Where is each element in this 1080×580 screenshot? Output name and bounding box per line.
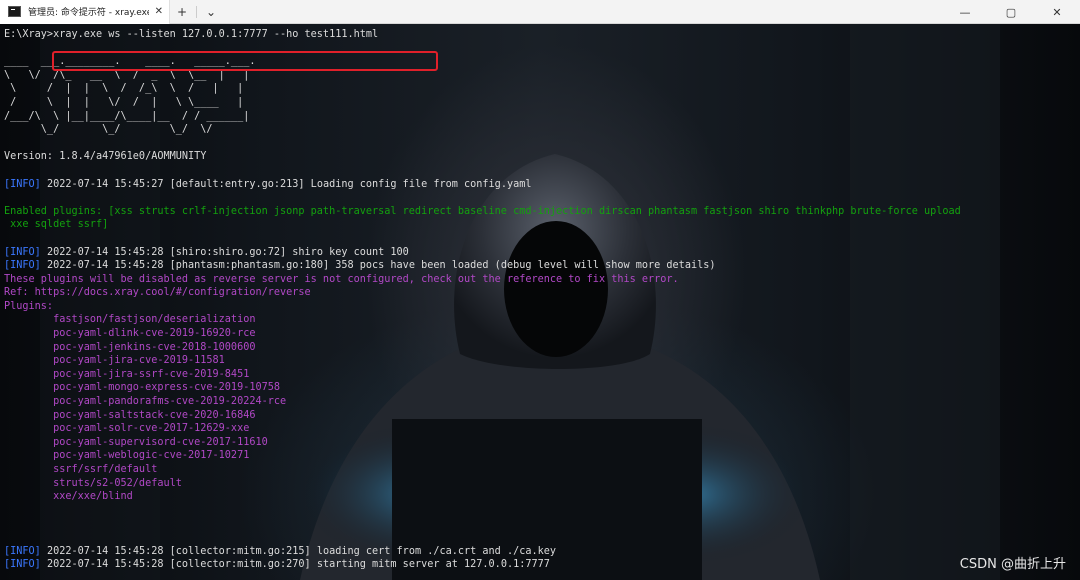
terminal-line: \ / | | \ / /_\ \ / | |: [4, 83, 244, 95]
terminal-line: struts/s2-052/default: [4, 477, 182, 489]
info-tag: [INFO]: [4, 545, 41, 557]
command-highlight-box: [52, 51, 438, 71]
terminal-line: Version: 1.8.4/a47961e0/AOMMUNITY: [4, 151, 207, 163]
terminal-line: [INFO] 2022-07-14 15:45:28 [phantasm:pha…: [4, 259, 961, 273]
terminal-window: 管理员: 命令提示符 - xray.exe ✕ + ⌄ — ▢ ✕ E:\Xra…: [0, 0, 1080, 580]
info-tag: [INFO]: [4, 260, 41, 272]
terminal-line: \_/ \_/ \_/ \/: [4, 124, 213, 136]
terminal-line: poc-yaml-jira-cve-2019-11581: [4, 355, 225, 367]
close-button[interactable]: ✕: [1034, 0, 1080, 24]
terminal-line: poc-yaml-pandorafms-cve-2019-20224-rce: [4, 396, 287, 408]
terminal-line: / \ | | \/ / | \ \____ |: [4, 96, 244, 108]
terminal-line: ssrf/ssrf/default: [4, 464, 158, 475]
terminal-icon: [8, 6, 21, 17]
terminal-line: xxe sqldet ssrf]: [4, 219, 109, 231]
tab-command-prompt[interactable]: 管理员: 命令提示符 - xray.exe ✕: [0, 0, 170, 24]
terminal-line: poc-yaml-mongo-express-cve-2019-10758: [4, 382, 281, 394]
terminal-line: [INFO] 2022-07-14 15:45:27 [default:entr…: [4, 178, 961, 192]
minimize-button[interactable]: —: [942, 0, 988, 24]
tab-title: 管理员: 命令提示符 - xray.exe: [28, 8, 149, 18]
terminal-output[interactable]: E:\Xray>xray.exe ws --listen 127.0.0.1:7…: [0, 24, 1080, 580]
info-tag: [INFO]: [4, 178, 41, 190]
terminal-line: poc-yaml-jira-ssrf-cve-2019-8451: [4, 368, 250, 380]
terminal-line: poc-yaml-saltstack-cve-2020-16846: [4, 409, 256, 421]
info-tag: [INFO]: [4, 246, 41, 258]
tab-close-icon[interactable]: ✕: [155, 6, 163, 17]
maximize-button[interactable]: ▢: [988, 0, 1034, 24]
terminal-line: E:\Xray>xray.exe ws --listen 127.0.0.1:7…: [4, 29, 379, 40]
terminal-line: Enabled plugins: [xss struts crlf-inject…: [4, 205, 961, 217]
log-text: 2022-07-14 15:45:28 [shiro:shiro.go:72] …: [40, 246, 409, 258]
terminal-line: xxe/xxe/blind: [4, 491, 133, 503]
log-text: 2022-07-14 15:45:28 [collector:mitm.go:2…: [40, 545, 557, 557]
divider: [196, 5, 197, 18]
terminal-line: poc-yaml-supervisord-cve-2017-11610: [4, 436, 268, 448]
terminal-line: poc-yaml-weblogic-cve-2017-10271: [4, 450, 250, 462]
log-text: 2022-07-14 15:45:27 [default:entry.go:21…: [40, 178, 532, 190]
log-text: 2022-07-14 15:45:28 [collector:mitm.go:2…: [40, 559, 550, 571]
terminal-line: poc-yaml-solr-cve-2017-12629-xxe: [4, 423, 250, 435]
terminal-line: [INFO] 2022-07-14 15:45:28 [shiro:shiro.…: [4, 246, 961, 260]
terminal-line: fastjson/fastjson/deserialization: [4, 314, 256, 326]
terminal-lines: E:\Xray>xray.exe ws --listen 127.0.0.1:7…: [4, 28, 961, 572]
terminal-line: /___/\ \ |__|____/\____|__ / / ______|: [4, 110, 250, 122]
terminal-line: Plugins:: [4, 300, 54, 312]
terminal-line: These plugins will be disabled as revers…: [4, 273, 679, 285]
terminal-line: [INFO] 2022-07-14 15:45:28 [collector:mi…: [4, 558, 961, 572]
terminal-line: Ref: https://docs.xray.cool/#/configrati…: [4, 287, 311, 299]
terminal-line: poc-yaml-jenkins-cve-2018-1000600: [4, 341, 256, 353]
new-tab-button[interactable]: +: [170, 0, 194, 24]
window-controls: — ▢ ✕: [942, 0, 1080, 24]
dropdown-icon[interactable]: ⌄: [199, 0, 223, 24]
terminal-line: poc-yaml-dlink-cve-2019-16920-rce: [4, 328, 256, 340]
log-text: 2022-07-14 15:45:28 [phantasm:phantasm.g…: [40, 260, 716, 272]
title-bar: 管理员: 命令提示符 - xray.exe ✕ + ⌄ — ▢ ✕: [0, 0, 1080, 24]
watermark: CSDN @曲折上升: [959, 557, 1066, 572]
info-tag: [INFO]: [4, 559, 41, 571]
terminal-line: [INFO] 2022-07-14 15:45:28 [collector:mi…: [4, 545, 961, 559]
